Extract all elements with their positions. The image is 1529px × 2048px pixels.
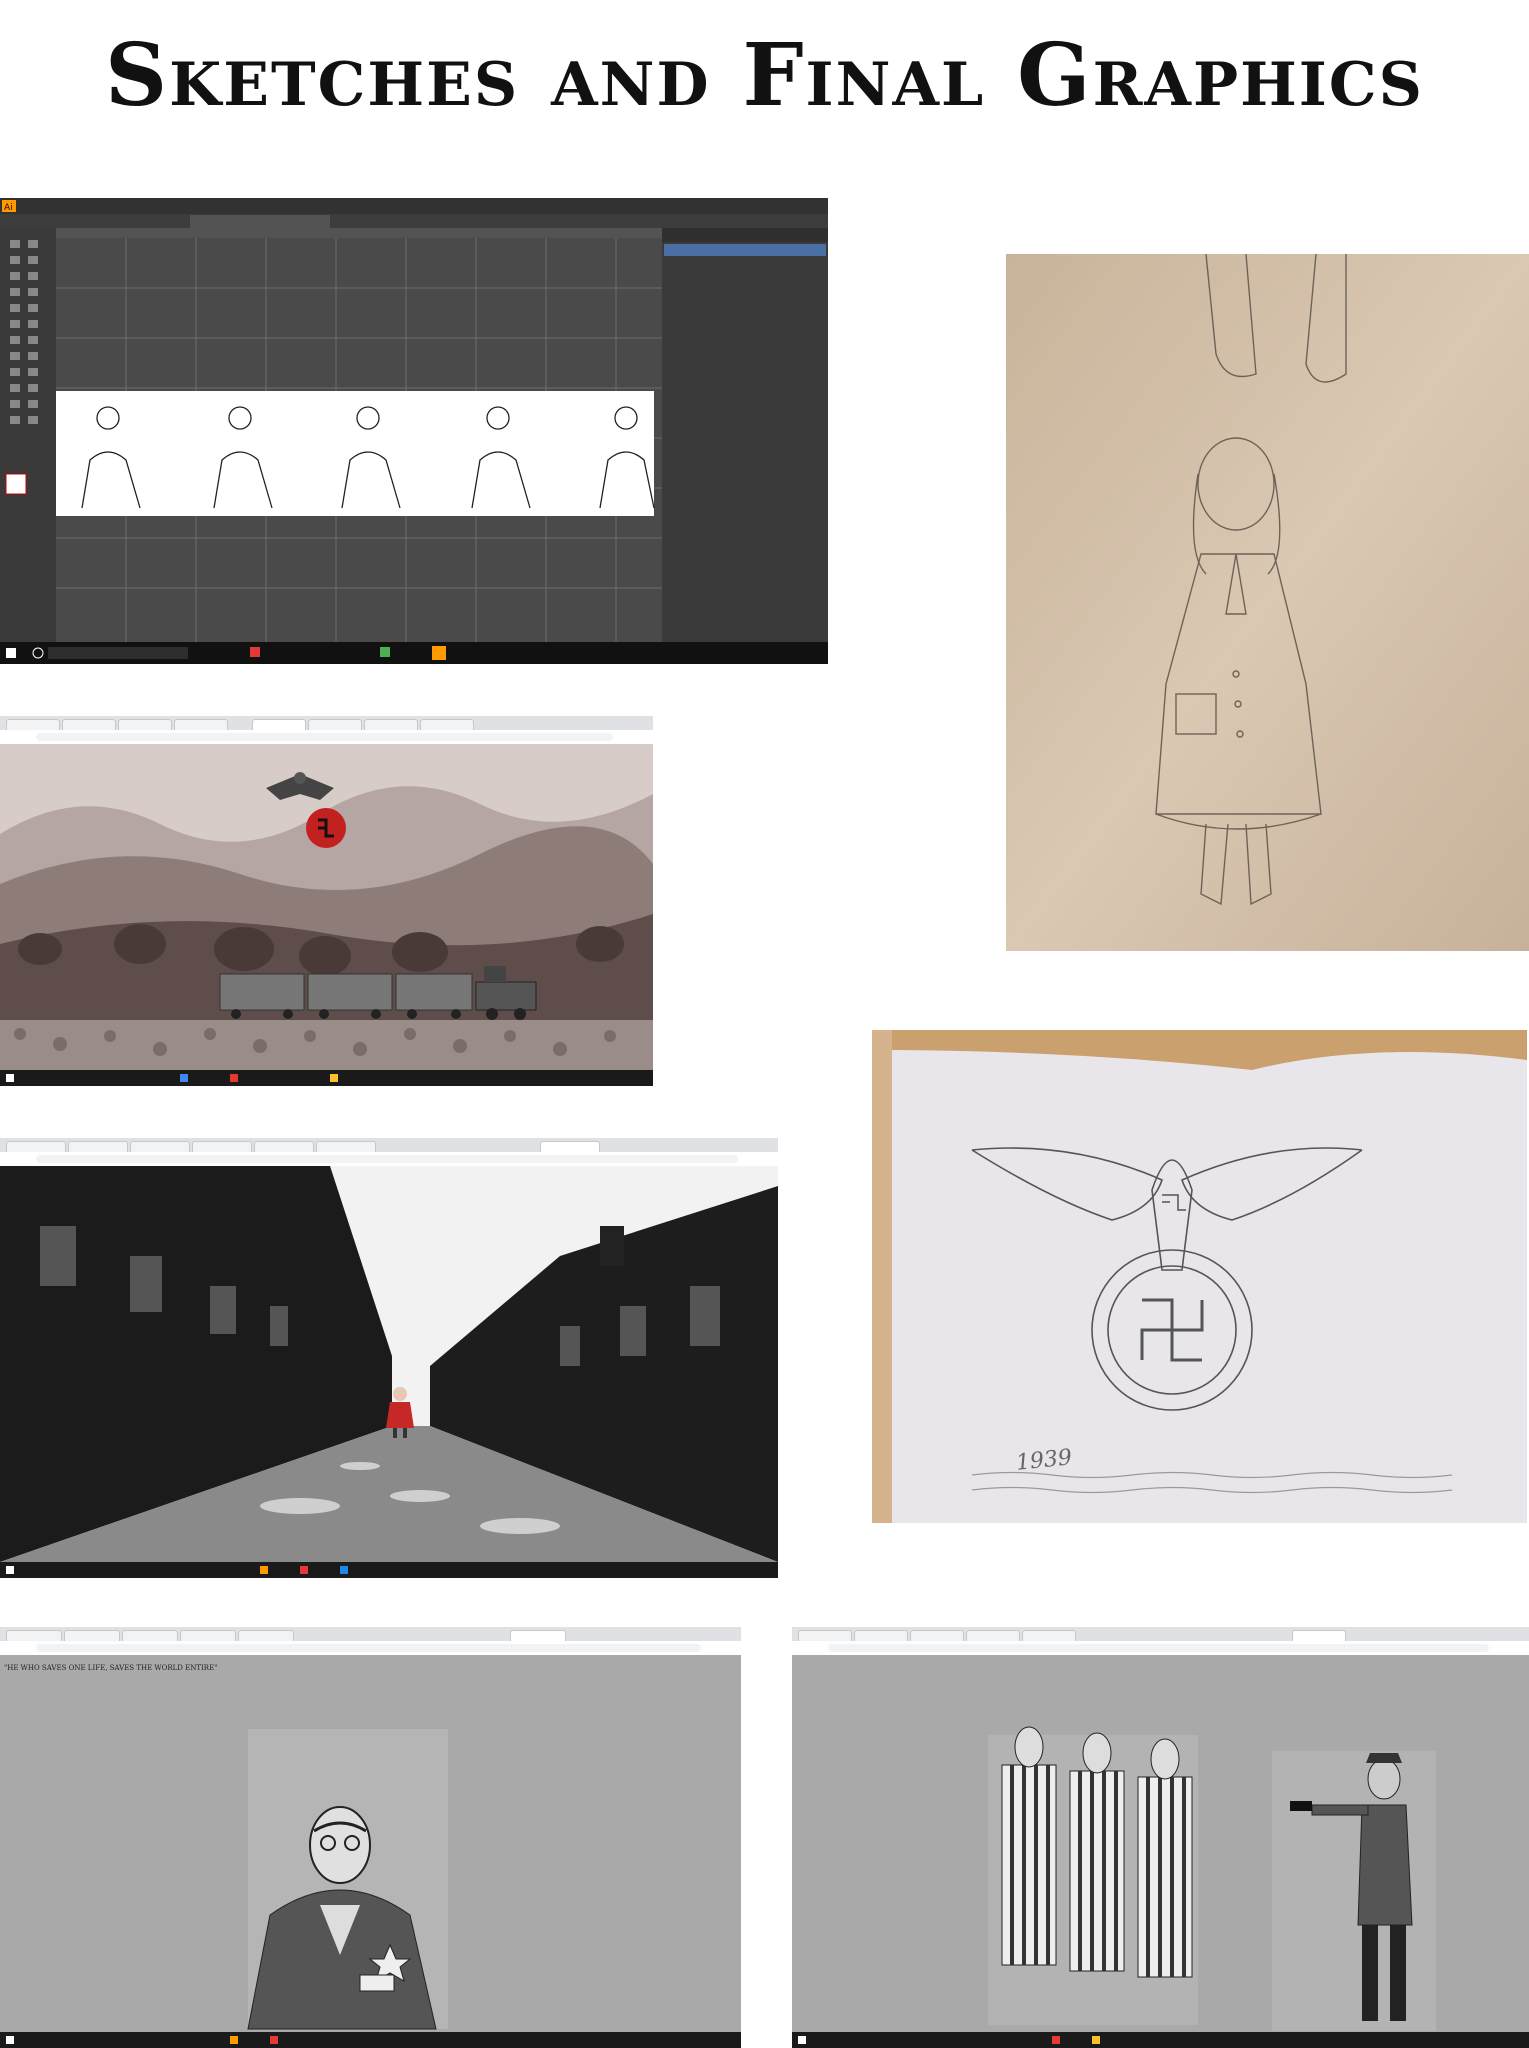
- windows-taskbar: [792, 2032, 1529, 2048]
- camp-scene-screenshot: [0, 1138, 778, 1578]
- windows-start-icon: [6, 648, 16, 658]
- browser-urlbar: [0, 730, 653, 745]
- browser-tabbar: [0, 1627, 741, 1642]
- windows-taskbar: [0, 1070, 653, 1086]
- girl-sketch-photo: [1006, 254, 1529, 951]
- schindler-scene-screenshot: "HE WHO SAVES ONE LIFE, SAVES THE WORLD …: [0, 1627, 741, 2048]
- page-title: Sketches and Final Graphics: [105, 24, 1424, 126]
- sprite-strip: [56, 391, 654, 516]
- browser-tabbar: [0, 716, 653, 731]
- windows-taskbar: [0, 1562, 778, 1578]
- eagle-sketch-photo: [872, 1030, 1527, 1523]
- prisoner-figures: [1001, 1726, 1193, 1978]
- browser-urlbar: [0, 1641, 741, 1656]
- pistol-icon: [1290, 1801, 1312, 1811]
- browser-tabbar: [792, 1627, 1529, 1642]
- illustrator-screenshot: Ai: [0, 198, 828, 664]
- prisoners-scene-screenshot: [792, 1627, 1529, 2048]
- browser-tabbar: [0, 1138, 778, 1153]
- svg-text:Ai: Ai: [4, 203, 13, 213]
- train-scene-screenshot: [0, 716, 653, 1086]
- browser-urlbar: [0, 1152, 778, 1167]
- browser-urlbar: [792, 1641, 1529, 1656]
- windows-taskbar: [0, 2032, 741, 2048]
